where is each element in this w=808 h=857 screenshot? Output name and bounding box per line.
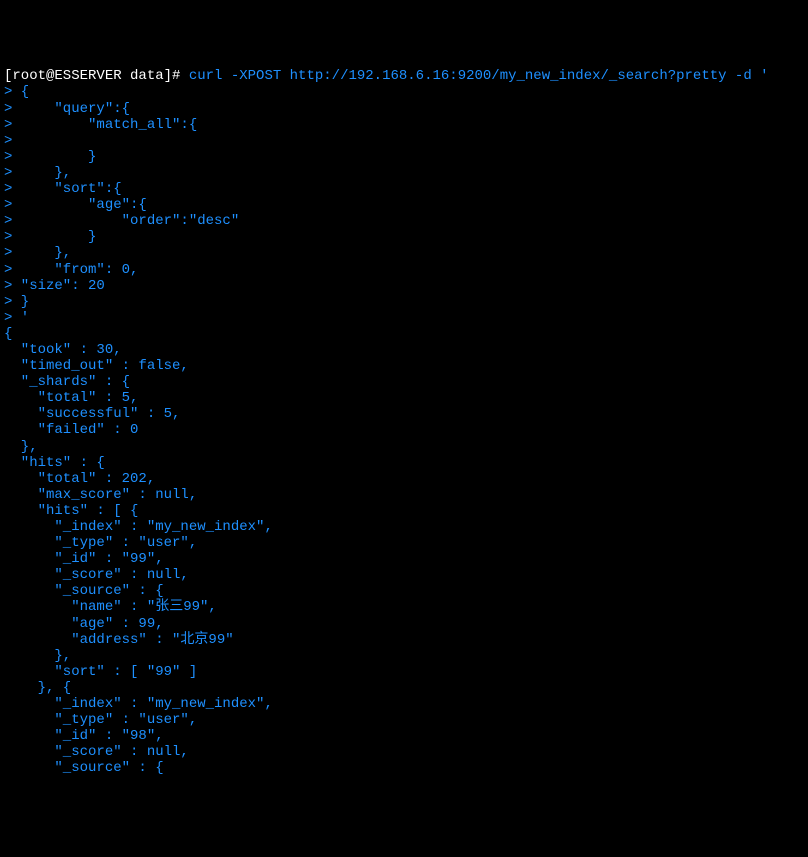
input-line: > "size": 20 [4, 278, 804, 294]
input-block: > {> "query":{> "match_all":{>> }> },> "… [4, 84, 804, 325]
output-line: "failed" : 0 [4, 422, 804, 438]
output-line: "name" : "张三99", [4, 599, 804, 615]
output-line: "_score" : null, [4, 567, 804, 583]
output-line: "hits" : { [4, 455, 804, 471]
output-line: "hits" : [ { [4, 503, 804, 519]
output-line: "_source" : { [4, 760, 804, 776]
output-line: "_source" : { [4, 583, 804, 599]
input-line: > "query":{ [4, 101, 804, 117]
input-line: > } [4, 149, 804, 165]
input-line: > "age":{ [4, 197, 804, 213]
output-line: "_index" : "my_new_index", [4, 519, 804, 535]
output-line: "_index" : "my_new_index", [4, 696, 804, 712]
command-text: curl -XPOST http://192.168.6.16:9200/my_… [189, 68, 769, 84]
input-line: > "sort":{ [4, 181, 804, 197]
command-line: [root@ESSERVER data]# curl -XPOST http:/… [4, 68, 804, 84]
input-line: > [4, 133, 804, 149]
output-line: "successful" : 5, [4, 406, 804, 422]
output-block: { "took" : 30, "timed_out" : false, "_sh… [4, 326, 804, 777]
output-line: "_shards" : { [4, 374, 804, 390]
input-line: > }, [4, 165, 804, 181]
output-line: "_score" : null, [4, 744, 804, 760]
output-line: "_id" : "98", [4, 728, 804, 744]
output-line: }, { [4, 680, 804, 696]
output-line: { [4, 326, 804, 342]
output-line: "timed_out" : false, [4, 358, 804, 374]
output-line: "max_score" : null, [4, 487, 804, 503]
output-line: "age" : 99, [4, 616, 804, 632]
input-line: > }, [4, 245, 804, 261]
input-line: > ' [4, 310, 804, 326]
output-line: "total" : 202, [4, 471, 804, 487]
output-line: }, [4, 648, 804, 664]
input-line: > { [4, 84, 804, 100]
input-line: > "from": 0, [4, 262, 804, 278]
terminal[interactable]: [root@ESSERVER data]# curl -XPOST http:/… [4, 68, 804, 776]
output-line: "_type" : "user", [4, 712, 804, 728]
output-line: "address" : "北京99" [4, 632, 804, 648]
output-line: "_id" : "99", [4, 551, 804, 567]
shell-prompt: [root@ESSERVER data]# [4, 68, 189, 84]
output-line: "total" : 5, [4, 390, 804, 406]
input-line: > } [4, 294, 804, 310]
output-line: }, [4, 439, 804, 455]
input-line: > "order":"desc" [4, 213, 804, 229]
input-line: > } [4, 229, 804, 245]
output-line: "_type" : "user", [4, 535, 804, 551]
output-line: "sort" : [ "99" ] [4, 664, 804, 680]
output-line: "took" : 30, [4, 342, 804, 358]
input-line: > "match_all":{ [4, 117, 804, 133]
